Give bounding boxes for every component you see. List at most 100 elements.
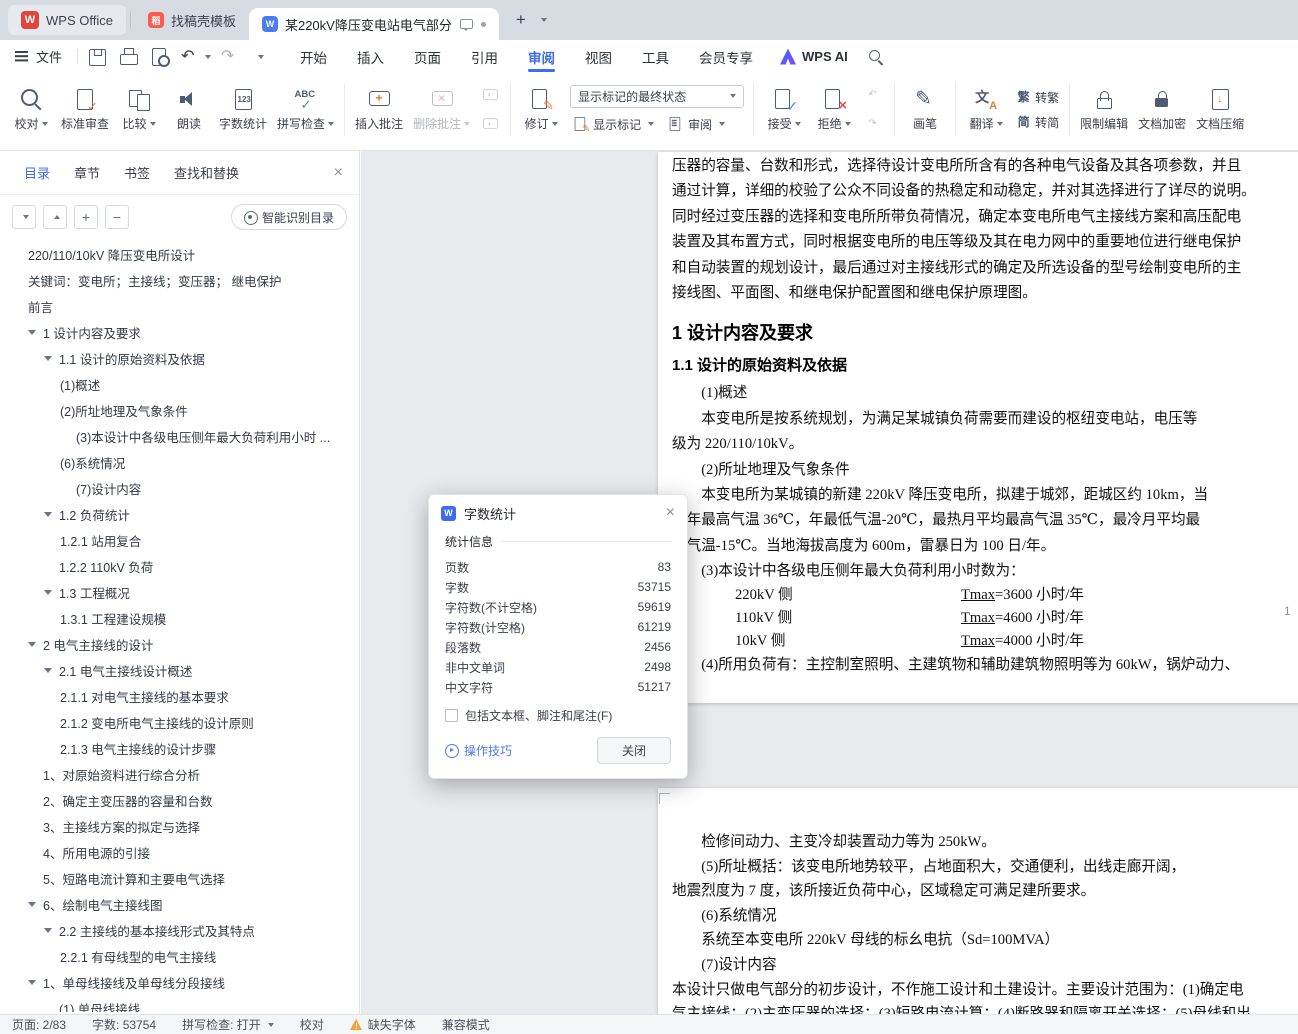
menu-tab-会员专享[interactable]: 会员专享: [684, 40, 768, 73]
toc-item[interactable]: (7)设计内容: [0, 475, 359, 501]
compatibility-mode[interactable]: 兼容模式: [442, 1016, 490, 1033]
toc-item[interactable]: 1.3.1 工程建设规模: [0, 605, 359, 631]
reject-button[interactable]: 拒绝: [809, 79, 859, 141]
toc-item[interactable]: (1)概述: [0, 371, 359, 397]
toc-item[interactable]: 1、对原始资料进行综合分析: [0, 761, 359, 787]
toc-item[interactable]: 2.1.2 变电所电气主接线的设计原则: [0, 709, 359, 735]
spell-check-button[interactable]: 拼写检查: [272, 79, 339, 141]
word-count-button[interactable]: 字数统计: [214, 79, 272, 141]
toc-item[interactable]: 2 电气主接线的设计: [0, 631, 359, 657]
toc-item[interactable]: 2.1.1 对电气主接线的基本要求: [0, 683, 359, 709]
compress-document-button[interactable]: 文档压缩: [1191, 79, 1249, 141]
toc-item[interactable]: 1.2.1 站用复合: [0, 527, 359, 553]
docer-template-tab[interactable]: 稻找稿壳模板: [135, 0, 249, 40]
toc-item[interactable]: 2.1.3 电气主接线的设计步骤: [0, 735, 359, 761]
toc-item[interactable]: (3)本设计中各级电压侧年最大负荷利用小时 ...: [0, 423, 359, 449]
accept-button[interactable]: 接受: [759, 79, 809, 141]
toc-item[interactable]: 2.2 主接线的基本接线形式及其特点: [0, 917, 359, 943]
toc-item[interactable]: (2)所址地理及气象条件: [0, 397, 359, 423]
toc-item[interactable]: 前言: [0, 293, 359, 319]
toc-item[interactable]: 3、主接线方案的拟定与选择: [0, 813, 359, 839]
document-tab[interactable]: W 某220kV降压变电站电气部分: [248, 8, 499, 40]
translate-button[interactable]: 翻译: [961, 79, 1011, 141]
print-preview-button[interactable]: [145, 45, 173, 69]
toc-item[interactable]: 2.2.1 有母线型的电气主接线: [0, 943, 359, 969]
toc-collapse-button[interactable]: [12, 205, 36, 229]
document-page-2[interactable]: 检修间动力、主变冷却装置动力等为 250kW。 (5)所址概括：该变电所地势较平…: [658, 788, 1298, 1014]
toc-item[interactable]: 220/110/10kV 降压变电所设计: [0, 241, 359, 267]
file-menu-button[interactable]: 文件: [0, 47, 72, 66]
sidebar-tab-书签[interactable]: 书签: [124, 163, 150, 182]
sidebar-tab-查找和替换[interactable]: 查找和替换: [174, 163, 239, 182]
spellcheck-status[interactable]: 拼写检查: 打开: [182, 1016, 274, 1033]
toc-item[interactable]: 2、确定主变压器的容量和台数: [0, 787, 359, 813]
menu-tab-插入[interactable]: 插入: [342, 40, 399, 73]
voltage-side-label: 10kV 侧: [735, 633, 786, 650]
sidebar-close-icon[interactable]: ×: [334, 164, 343, 181]
wps-ai-button[interactable]: WPS AI: [780, 48, 848, 65]
search-button[interactable]: [864, 45, 888, 69]
compare-button[interactable]: 比较: [114, 79, 164, 141]
quick-access-more-button[interactable]: [247, 45, 271, 69]
sidebar-tab-目录[interactable]: 目录: [24, 163, 50, 182]
smart-toc-button[interactable]: 智能识别目录: [230, 204, 347, 230]
wps-home-tab[interactable]: W WPS Office: [8, 5, 126, 35]
menu-tab-页面[interactable]: 页面: [399, 40, 456, 73]
menu-tab-开始[interactable]: 开始: [285, 40, 342, 73]
toc-item[interactable]: 1.2.2 110kV 负荷: [0, 553, 359, 579]
toc-item[interactable]: 关键词：变电所；主接线；变压器； 继电保护: [0, 267, 359, 293]
undo-button[interactable]: [176, 45, 213, 69]
encrypt-document-button[interactable]: 文档加密: [1133, 79, 1191, 141]
toc-item[interactable]: 1 设计内容及要求: [0, 319, 359, 345]
tmax-value: =4000 小时/年: [995, 633, 1084, 650]
toc-expand-button[interactable]: [43, 205, 67, 229]
markup-state-select[interactable]: 显示标记的最终状态: [570, 84, 745, 108]
dialog-title-bar[interactable]: W 字数统计 ×: [429, 495, 687, 531]
standard-review-button[interactable]: 标准审查: [56, 79, 114, 141]
proofread-status[interactable]: 校对: [300, 1016, 324, 1033]
toc-item[interactable]: 2.1 电气主接线设计概述: [0, 657, 359, 683]
page-indicator[interactable]: 页面: 2/83: [12, 1016, 66, 1033]
toc-zoom-out-button[interactable]: −: [105, 205, 129, 229]
menu-tab-审阅[interactable]: 审阅: [513, 40, 570, 73]
insert-comment-button[interactable]: 插入批注: [350, 79, 408, 141]
track-changes-button[interactable]: 修订: [516, 79, 566, 141]
show-markup-button[interactable]: 显示标记: [570, 114, 657, 135]
word-count-indicator[interactable]: 字数: 53754: [92, 1016, 156, 1033]
button-label: 显示标记: [593, 117, 642, 132]
toc-item[interactable]: 1.2 负荷统计: [0, 501, 359, 527]
pen-button[interactable]: 画笔: [900, 79, 950, 141]
to-simplified-button[interactable]: 简转简: [1013, 112, 1062, 133]
sidebar-tab-章节[interactable]: 章节: [74, 163, 100, 182]
toc-item[interactable]: 1.1 设计的原始资料及依据: [0, 345, 359, 371]
toc-item[interactable]: 1、单母线接线及单母线分段接线: [0, 969, 359, 995]
toc-item[interactable]: 5、短路电流计算和主要电气选择: [0, 865, 359, 891]
proofread-button[interactable]: 校对: [6, 79, 56, 141]
tab-list-button[interactable]: [533, 8, 553, 32]
menu-tab-视图[interactable]: 视图: [570, 40, 627, 73]
toc-item[interactable]: (1) 单母线接线: [0, 995, 359, 1013]
toc-item[interactable]: (6)系统情况: [0, 449, 359, 475]
close-button[interactable]: 关闭: [597, 737, 671, 764]
review-pane-button[interactable]: 审阅: [665, 114, 728, 135]
new-tab-button[interactable]: +: [509, 8, 533, 32]
to-traditional-button[interactable]: 繁转繁: [1013, 87, 1062, 108]
caret-down-icon: [267, 1022, 274, 1027]
include-textbox-checkbox[interactable]: [445, 709, 458, 722]
tips-link[interactable]: 操作技巧: [445, 742, 512, 759]
document-page-1[interactable]: 压器的容量、台数和形式，选择待设计变电所所含有的各种电气设备及其各项参数，并且通…: [658, 152, 1298, 703]
restrict-editing-button[interactable]: 限制编辑: [1075, 79, 1133, 141]
print-button[interactable]: [114, 45, 142, 69]
dialog-close-icon[interactable]: ×: [666, 505, 675, 521]
toc-item[interactable]: 1.3 工程概况: [0, 579, 359, 605]
caret-down-icon: [41, 121, 48, 126]
read-aloud-button[interactable]: 朗读: [164, 79, 214, 141]
toc-zoom-in-button[interactable]: +: [74, 205, 98, 229]
toc-item[interactable]: 6、绘制电气主接线图: [0, 891, 359, 917]
save-button[interactable]: [83, 45, 111, 69]
toc-item[interactable]: 4、所用电源的引接: [0, 839, 359, 865]
missing-fonts-warning[interactable]: 缺失字体: [349, 1016, 416, 1033]
comment-del-icon: [430, 87, 454, 111]
menu-tab-工具[interactable]: 工具: [627, 40, 684, 73]
menu-tab-引用[interactable]: 引用: [456, 40, 513, 73]
